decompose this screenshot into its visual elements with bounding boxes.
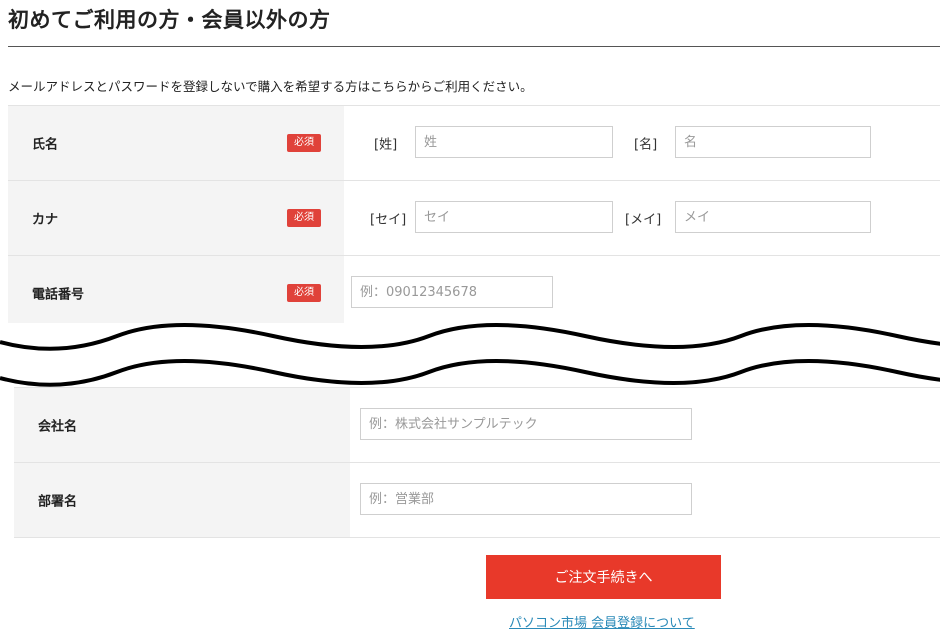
phone-label: 電話番号 (32, 287, 85, 303)
mei-label: [名] (634, 137, 658, 153)
first-name-input[interactable] (675, 126, 871, 158)
phone-label-cell: 電話番号 必須 (8, 256, 344, 323)
guest-form-upper: 氏名 必須 [姓] [名] カナ 必須 [セイ] [メイ] 電話番号 必須 (8, 105, 940, 323)
last-name-input[interactable] (415, 126, 613, 158)
proceed-to-order-button[interactable]: ご注文手続きへ (486, 555, 721, 599)
department-input[interactable] (360, 483, 692, 515)
intro-text: メールアドレスとパスワードを登録しないで購入を希望する方はこちらからご利用くださ… (8, 79, 533, 94)
phone-input[interactable] (351, 276, 553, 308)
required-badge: 必須 (287, 209, 321, 227)
required-badge: 必須 (287, 284, 321, 302)
company-row: 会社名 (14, 387, 940, 462)
last-name-kana-input[interactable] (415, 201, 613, 233)
required-badge: 必須 (287, 134, 321, 152)
department-row: 部署名 (14, 462, 940, 538)
department-label: 部署名 (38, 494, 78, 510)
guest-form-lower: 会社名 部署名 (14, 387, 940, 538)
name-label-cell: 氏名 必須 (8, 106, 344, 180)
kana-label-cell: カナ 必須 (8, 181, 344, 255)
sei-label: [姓] (374, 137, 398, 153)
company-input[interactable] (360, 408, 692, 440)
phone-row: 電話番号 必須 (8, 255, 940, 323)
page-break-wave (0, 320, 940, 398)
name-label: 氏名 (32, 137, 59, 153)
kana-row: カナ 必須 [セイ] [メイ] (8, 180, 940, 255)
name-row: 氏名 必須 [姓] [名] (8, 105, 940, 180)
kana-label: カナ (32, 212, 59, 228)
company-label-cell: 会社名 (14, 388, 350, 462)
department-label-cell: 部署名 (14, 463, 350, 537)
mei-kana-label: [メイ] (625, 212, 662, 228)
member-registration-link[interactable]: パソコン市場 会員登録について (509, 612, 695, 631)
page-title: 初めてご利用の方・会員以外の方 (8, 8, 331, 32)
title-divider (8, 46, 940, 47)
sei-kana-label: [セイ] (370, 212, 407, 228)
first-name-kana-input[interactable] (675, 201, 871, 233)
company-label: 会社名 (38, 419, 78, 435)
